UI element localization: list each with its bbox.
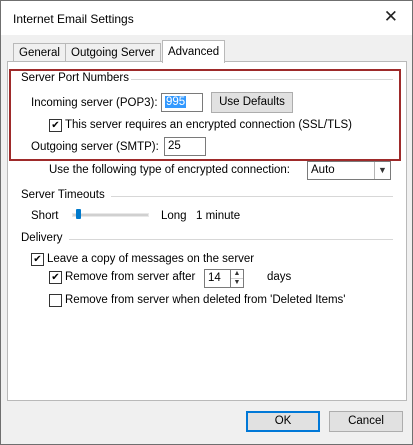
incoming-server-label: Incoming server (POP3): [31, 97, 158, 109]
spin-down-icon[interactable]: ▼ [231, 279, 243, 287]
separator [111, 196, 393, 197]
advanced-panel [7, 61, 407, 401]
incoming-port-input[interactable]: 995 [161, 93, 203, 112]
ok-button[interactable]: OK [246, 411, 320, 432]
window-title: Internet Email Settings [13, 12, 134, 26]
delivery-heading: Delivery [21, 232, 63, 244]
check-icon: ✔ [51, 272, 60, 283]
timeout-value-label: 1 minute [196, 210, 241, 222]
spin-up-icon[interactable]: ▲ [231, 270, 243, 279]
encryption-type-select[interactable]: Auto ▼ [307, 161, 391, 180]
days-label: days [267, 271, 292, 283]
tab-outgoing-server[interactable]: Outgoing Server [65, 43, 161, 62]
remove-after-label: Remove from server after [65, 271, 196, 283]
timeout-short-label: Short [31, 210, 59, 222]
server-ports-heading: Server Port Numbers [21, 72, 130, 84]
ssl-checkbox[interactable]: ✔ [49, 119, 62, 132]
incoming-port-value: 995 [165, 96, 187, 108]
remove-after-checkbox[interactable]: ✔ [49, 271, 62, 284]
encryption-type-label: Use the following type of encrypted conn… [49, 164, 291, 176]
outgoing-port-value: 25 [168, 140, 181, 152]
cancel-button[interactable]: Cancel [329, 411, 403, 432]
tab-advanced[interactable]: Advanced [162, 40, 226, 63]
check-icon: ✔ [33, 254, 42, 265]
days-spinner[interactable]: ▲ ▼ [230, 269, 244, 288]
tab-general[interactable]: General [13, 43, 66, 62]
separator [69, 239, 393, 240]
use-defaults-button[interactable]: Use Defaults [211, 92, 293, 113]
dialog-window: Internet Email Settings ✕ General Outgoi… [0, 0, 413, 445]
encryption-type-value: Auto [311, 164, 335, 176]
timeout-long-label: Long [161, 210, 187, 222]
chevron-down-icon: ▼ [374, 162, 390, 179]
outgoing-port-input[interactable]: 25 [164, 137, 206, 156]
close-icon[interactable]: ✕ [384, 8, 398, 25]
outgoing-server-label: Outgoing server (SMTP): [31, 141, 159, 153]
leave-copy-checkbox[interactable]: ✔ [31, 253, 44, 266]
remove-deleted-label: Remove from server when deleted from 'De… [65, 294, 346, 306]
days-input[interactable]: 14 [204, 269, 233, 288]
ssl-checkbox-label: This server requires an encrypted connec… [65, 119, 352, 131]
leave-copy-label: Leave a copy of messages on the server [47, 253, 255, 265]
days-value: 14 [208, 272, 221, 284]
server-timeouts-heading: Server Timeouts [21, 189, 105, 201]
remove-deleted-checkbox[interactable] [49, 294, 62, 307]
title-bar: Internet Email Settings ✕ [1, 1, 412, 35]
check-icon: ✔ [51, 120, 60, 131]
timeout-slider-thumb[interactable] [76, 209, 81, 219]
timeout-slider-track[interactable] [72, 213, 149, 217]
separator [131, 79, 393, 80]
